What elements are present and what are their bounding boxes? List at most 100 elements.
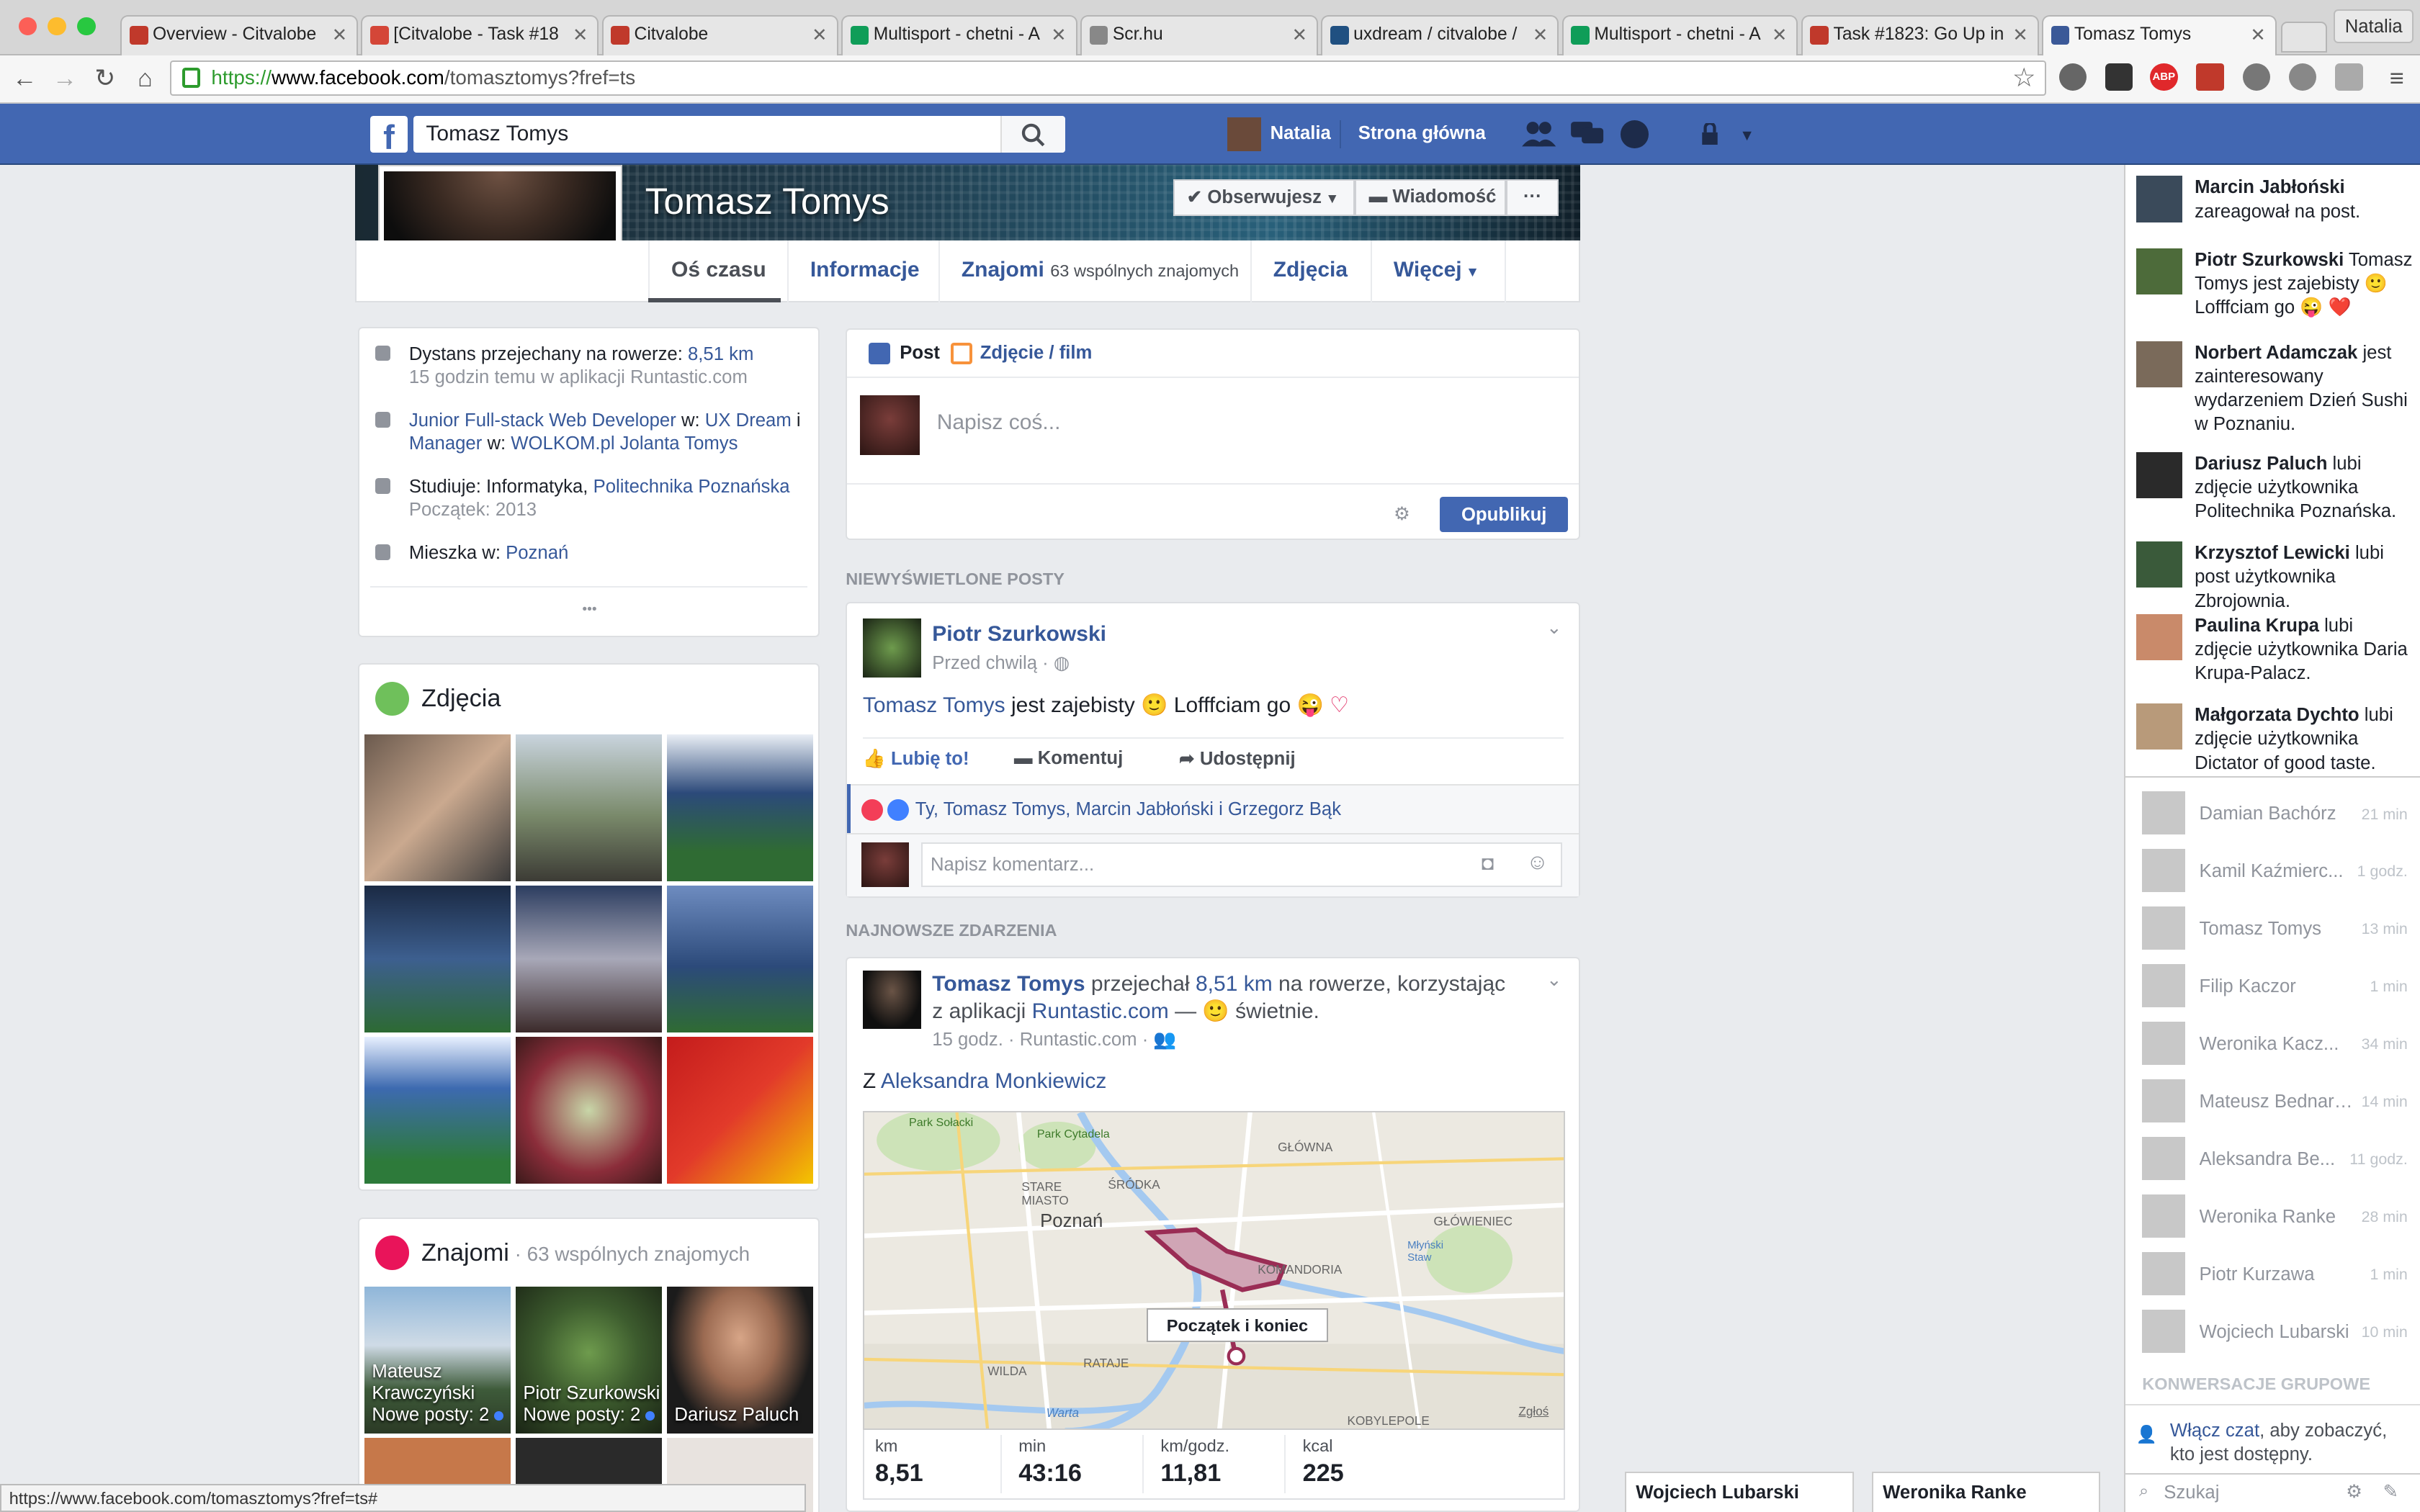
chat-contact[interactable]: Piotr Kurzawa 1 min	[2136, 1251, 2408, 1298]
browser-tab[interactable]: Multisport - chetni - A ✕	[1561, 15, 1798, 56]
ticker-story[interactable]: Dariusz Paluch lubi zdjęcie użytkownika …	[2136, 451, 2414, 524]
extension-icon[interactable]	[2196, 63, 2224, 91]
like-button[interactable]: 👍 Lubię to!	[863, 748, 969, 770]
ticker-story[interactable]: Paulina Krupa lubi zdjęcie użytkownika D…	[2136, 613, 2414, 686]
photo-thumbnail[interactable]	[515, 1037, 663, 1184]
photo-thumbnail[interactable]	[666, 1037, 814, 1184]
chat-contact[interactable]: Weronika Kacz... 34 min	[2136, 1022, 2408, 1068]
mentioned-user-link[interactable]: Tomasz Tomys	[863, 693, 1005, 717]
friend-tile[interactable]: Dariusz Paluch	[666, 1287, 814, 1434]
distance-link[interactable]: 8,51 km	[1196, 972, 1273, 996]
post-options-chevron-down-icon[interactable]: ⌄	[1546, 617, 1562, 639]
extension-icon[interactable]	[2105, 63, 2133, 91]
enable-chat-link[interactable]: Włącz czat	[2170, 1421, 2259, 1441]
home-icon[interactable]: ⌂	[128, 62, 162, 96]
chat-contact[interactable]: Tomasz Tomys 13 min	[2136, 906, 2408, 953]
search-input[interactable]: Tomasz Tomys	[413, 115, 1065, 153]
new-tab-button[interactable]	[2281, 22, 2328, 53]
messages-icon[interactable]	[1569, 120, 1606, 148]
friend-tile[interactable]: Piotr Szurkowski Nowe posty: 2	[515, 1287, 663, 1434]
composer-tab-photo[interactable]: Zdjęcie / film	[980, 343, 1093, 364]
reload-icon[interactable]: ↻	[88, 62, 122, 96]
facebook-logo-icon[interactable]: f	[370, 115, 408, 153]
ticker-actor-name[interactable]: Krzysztof Lewicki	[2195, 543, 2350, 563]
adblock-plus-icon[interactable]: ABP	[2150, 63, 2178, 91]
close-icon[interactable]: ✕	[332, 24, 348, 46]
job-title-link[interactable]: Junior Full-stack Web Developer	[409, 410, 676, 431]
chat-contact[interactable]: Weronika Ranke 28 min	[2136, 1194, 2408, 1241]
browser-tab[interactable]: Citvalobe ✕	[601, 15, 838, 56]
ticker-actor-name[interactable]: Piotr Szurkowski	[2195, 250, 2344, 270]
chat-contact[interactable]: Mateusz Bednarski 14 min	[2136, 1079, 2408, 1125]
post-author-link[interactable]: Tomasz Tomys	[932, 972, 1085, 996]
camera-icon[interactable]: ◘	[1482, 852, 1494, 875]
address-bar[interactable]: https://www.facebook.com/tomasztomys?fre…	[169, 60, 2047, 96]
post-timestamp[interactable]: Przed chwilą · ◍	[932, 652, 1070, 674]
browser-profile-button[interactable]: Natalia	[2334, 9, 2414, 43]
company-link[interactable]: WOLKOM.pl Jolanta Tomys	[511, 433, 738, 454]
friend-requests-icon[interactable]	[1520, 120, 1557, 148]
more-options-button[interactable]: ···	[1506, 179, 1559, 216]
chat-contact[interactable]: Filip Kaczor 1 min	[2136, 964, 2408, 1010]
notifications-globe-icon[interactable]	[1621, 120, 1649, 148]
post-author-avatar[interactable]	[862, 970, 922, 1030]
route-map[interactable]: Park Sołacki Park Cytadela GŁÓWNA STARE …	[862, 1110, 1565, 1431]
privacy-lock-icon[interactable]	[1699, 122, 1724, 145]
account-menu-chevron-down-icon[interactable]: ▼	[1739, 127, 1754, 145]
close-icon[interactable]: ✕	[812, 24, 828, 46]
comment-button[interactable]: ▬ Komentuj	[1014, 748, 1123, 769]
profile-name[interactable]: Tomasz Tomys	[645, 179, 889, 222]
forward-arrow-icon[interactable]: →	[48, 62, 81, 96]
browser-tab[interactable]: Scr.hu ✕	[1080, 15, 1318, 56]
app-link[interactable]: Runtastic.com	[1032, 999, 1169, 1023]
photo-thumbnail[interactable]	[364, 1037, 511, 1184]
tab-friends[interactable]: Znajomi 63 wspólnych znajomych	[938, 240, 1260, 302]
message-button[interactable]: ▬ Wiadomość	[1355, 179, 1507, 216]
ticker-story[interactable]: Krzysztof Lewicki lubi post użytkownika …	[2136, 541, 2414, 613]
close-icon[interactable]: ✕	[1533, 24, 1549, 46]
photo-thumbnail[interactable]	[364, 734, 511, 881]
city-link[interactable]: Poznań	[506, 543, 568, 563]
search-button[interactable]	[1000, 115, 1065, 153]
post-options-chevron-down-icon[interactable]: ⌄	[1546, 969, 1562, 991]
intro-more-button[interactable]: •••	[571, 602, 608, 618]
compose-icon[interactable]: ✎	[2383, 1481, 2399, 1503]
tagged-user-link[interactable]: Aleksandra Monkiewicz	[881, 1069, 1106, 1093]
post-author-avatar[interactable]	[862, 618, 922, 678]
ticker-actor-name[interactable]: Norbert Adamczak	[2195, 343, 2357, 363]
gear-icon[interactable]: ⚙	[2346, 1481, 2362, 1503]
extension-icon[interactable]	[2335, 63, 2363, 91]
zoom-window-button[interactable]	[77, 17, 96, 36]
job-title-link[interactable]: Manager	[409, 433, 482, 454]
chat-contact[interactable]: Kamil Kaźmierc... 1 godz.	[2136, 849, 2408, 895]
bookmark-star-icon[interactable]: ☆	[2012, 62, 2036, 93]
ticker-actor-name[interactable]: Dariusz Paluch	[2195, 454, 2327, 474]
close-icon[interactable]: ✕	[1051, 24, 1067, 46]
back-arrow-icon[interactable]: ←	[8, 62, 42, 96]
close-icon[interactable]: ✕	[2012, 24, 2028, 46]
reactions-list-link[interactable]: Ty, Tomasz Tomys, Marcin Jabłoński i Grz…	[915, 799, 1341, 820]
ticker-story[interactable]: Piotr Szurkowski Tomasz Tomys jest zajeb…	[2136, 248, 2414, 320]
photo-thumbnail[interactable]	[666, 886, 814, 1032]
close-icon[interactable]: ✕	[1772, 24, 1788, 46]
user-avatar[interactable]	[1227, 117, 1261, 151]
friend-tile[interactable]: Mateusz Krawczyński Nowe posty: 2	[364, 1287, 511, 1434]
close-icon[interactable]: ✕	[1292, 24, 1308, 46]
photo-thumbnail[interactable]	[515, 886, 663, 1032]
menu-icon[interactable]: ≡	[2380, 62, 2414, 96]
close-icon[interactable]: ✕	[573, 24, 588, 46]
ticker-story[interactable]: Marcin Jabłoński zareagował na post.	[2136, 176, 2414, 223]
minimize-window-button[interactable]	[48, 17, 67, 36]
chat-tab[interactable]: Wojciech Lubarski	[1625, 1472, 1854, 1512]
publish-button[interactable]: Opublikuj	[1440, 497, 1569, 533]
composer-input[interactable]: Napisz coś...	[937, 410, 1554, 441]
friends-card-title[interactable]: Znajomi · 63 wspólnych znajomych	[421, 1239, 750, 1267]
ticker-actor-name[interactable]: Małgorzata Dychto	[2195, 705, 2360, 725]
gear-icon[interactable]: ⚙	[1394, 503, 1410, 525]
post-timestamp[interactable]: 15 godz. · Runtastic.com · 👥	[932, 1029, 1176, 1050]
share-button[interactable]: ➦ Udostępnij	[1179, 748, 1295, 770]
tab-about[interactable]: Informacje	[786, 240, 941, 302]
ticker-story[interactable]: Małgorzata Dychto lubi zdjęcie użytkowni…	[2136, 703, 2414, 775]
photo-thumbnail[interactable]	[364, 886, 511, 1032]
follow-button[interactable]: ✔ Obserwujesz ▼	[1173, 179, 1355, 216]
